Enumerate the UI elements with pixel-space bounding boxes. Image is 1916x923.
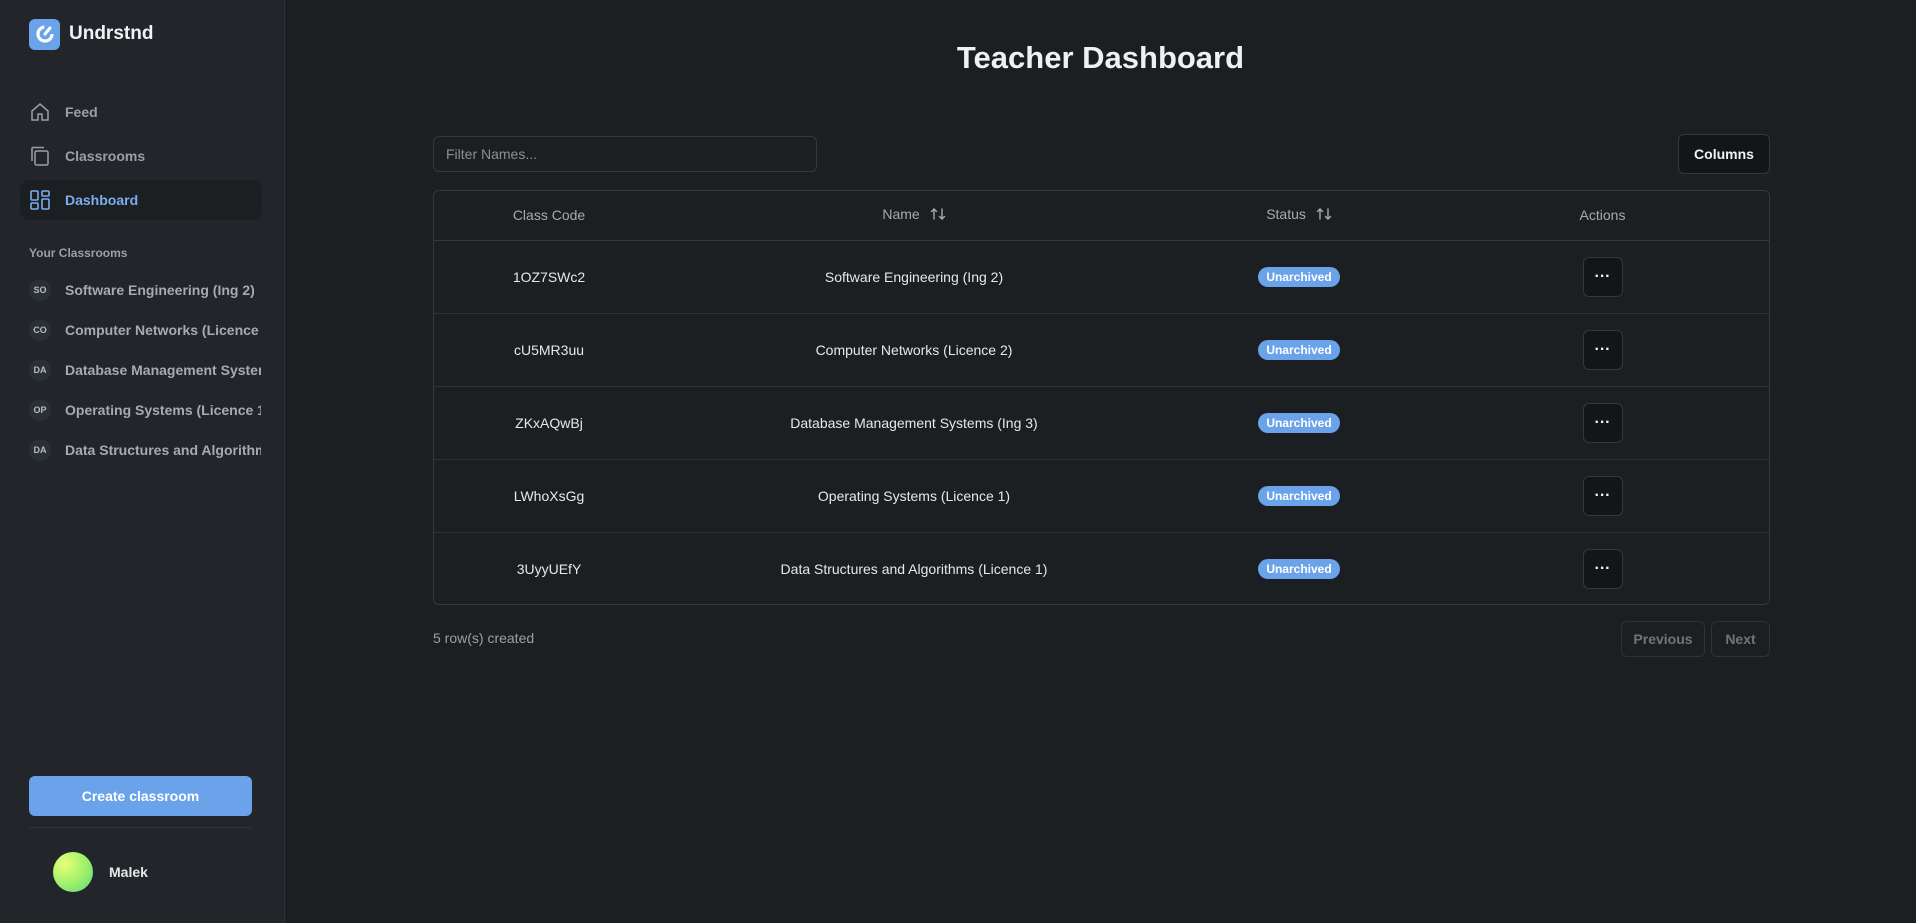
classroom-item[interactable]: DA Data Structures and Algorithms (Licen… xyxy=(29,430,284,470)
divider xyxy=(29,827,252,828)
rows-count: 5 row(s) created xyxy=(433,630,535,646)
row-actions-button[interactable]: ··· xyxy=(1582,402,1623,443)
classroom-badge: SO xyxy=(29,279,51,301)
classroom-list: SO Software Engineering (Ing 2) CO Compu… xyxy=(0,270,284,470)
row-actions-button[interactable]: ··· xyxy=(1582,475,1623,516)
cell-actions: ··· xyxy=(1434,240,1769,314)
dashboard-icon xyxy=(29,189,51,211)
cell-class-code: 3UyyUEfY xyxy=(516,560,582,577)
row-actions-button[interactable]: ··· xyxy=(1582,256,1623,297)
cell-name: Software Engineering (Ing 2) xyxy=(664,240,1164,314)
your-classrooms-heading: Your Classrooms xyxy=(29,246,128,260)
nav-item-dashboard[interactable]: Dashboard xyxy=(20,180,262,220)
next-button[interactable]: Next xyxy=(1711,621,1770,657)
classroom-item[interactable]: OP Operating Systems (Licence 1) xyxy=(29,390,284,430)
table-row: ZKxAQwBj Database Management Systems (In… xyxy=(434,386,1769,460)
classroom-name: Computer Networks (Licence 2) xyxy=(65,322,261,338)
classroom-name: Software Engineering (Ing 2) xyxy=(65,282,255,298)
brand[interactable]: Undrstnd xyxy=(0,18,284,50)
brand-name: Undrstnd xyxy=(69,23,154,44)
cell-actions: ··· xyxy=(1434,386,1769,460)
app: Undrstnd Feed Classrooms Dashboard Your … xyxy=(0,0,1916,923)
sidebar: Undrstnd Feed Classrooms Dashboard Your … xyxy=(0,0,285,923)
status-badge: Unarchived xyxy=(1258,485,1340,506)
header-class-code-label: Class Code xyxy=(512,207,586,224)
status-badge: Unarchived xyxy=(1258,339,1340,360)
cell-status: Unarchived xyxy=(1164,240,1434,314)
table-row: 1OZ7SWc2 Software Engineering (Ing 2) Un… xyxy=(434,240,1769,314)
nav-label-feed: Feed xyxy=(65,104,98,120)
home-icon xyxy=(29,101,51,123)
cell-actions: ··· xyxy=(1434,532,1769,604)
classroom-badge: DA xyxy=(29,439,51,461)
status-badge: Unarchived xyxy=(1258,558,1340,579)
columns-button[interactable]: Columns xyxy=(1678,134,1770,174)
classroom-name: Database Management Systems (Ing 3) xyxy=(65,362,261,378)
classroom-item[interactable]: CO Computer Networks (Licence 2) xyxy=(29,310,284,350)
classroom-badge: DA xyxy=(29,359,51,381)
cell-name: Computer Networks (Licence 2) xyxy=(664,313,1164,387)
cell-class-code: ZKxAQwBj xyxy=(434,386,664,460)
cell-name: Data Structures and Algorithms (Licence … xyxy=(780,560,1048,577)
cell-status: Unarchived xyxy=(1164,459,1434,533)
table-row: cU5MR3uu Computer Networks (Licence 2) U… xyxy=(434,313,1769,387)
create-classroom-button[interactable]: Create classroom xyxy=(29,776,252,816)
row-actions-button[interactable]: ··· xyxy=(1582,548,1623,589)
user-profile[interactable]: Malek xyxy=(53,852,148,892)
classroom-name: Data Structures and Algorithms (Licence … xyxy=(65,442,261,458)
classroom-badge: OP xyxy=(29,399,51,421)
cell-name: Operating Systems (Licence 1) xyxy=(664,459,1164,533)
header-status-label: Status xyxy=(1266,206,1306,223)
cell-actions: ··· xyxy=(1434,459,1769,533)
header-class-code: Class Code xyxy=(434,191,664,241)
main-content: Teacher Dashboard Columns Class Code Nam… xyxy=(285,0,1916,923)
nav-label-dashboard: Dashboard xyxy=(65,192,139,208)
header-actions-label: Actions xyxy=(1579,207,1626,224)
table-row: 3UyyUEfY Data Structures and Algorithms … xyxy=(434,532,1769,604)
header-name-label: Name xyxy=(882,206,920,223)
header-name[interactable]: Name xyxy=(664,191,1164,241)
classes-table: Class Code Name Status Actions 1OZ7SWc2 … xyxy=(433,190,1770,605)
sort-icon[interactable] xyxy=(1316,207,1332,224)
previous-button[interactable]: Previous xyxy=(1621,621,1705,657)
cell-class-code: 1OZ7SWc2 xyxy=(434,240,664,314)
logo-icon xyxy=(29,18,60,50)
cell-class-code: LWhoXsGg xyxy=(434,459,664,533)
cell-status: Unarchived xyxy=(1164,386,1434,460)
classrooms-icon xyxy=(29,145,51,167)
status-badge: Unarchived xyxy=(1258,266,1340,287)
header-status[interactable]: Status xyxy=(1164,191,1434,241)
user-name: Malek xyxy=(109,864,148,880)
cell-actions: ··· xyxy=(1434,313,1769,387)
nav-label-classrooms: Classrooms xyxy=(65,148,146,164)
cell-class-code: cU5MR3uu xyxy=(434,313,664,387)
cell-status: Unarchived xyxy=(1164,532,1434,604)
cell-status: Unarchived xyxy=(1164,313,1434,387)
page-title: Teacher Dashboard xyxy=(956,40,1245,75)
row-actions-button[interactable]: ··· xyxy=(1582,329,1623,370)
table-row: LWhoXsGg Operating Systems (Licence 1) U… xyxy=(434,459,1769,533)
cell-name: Database Management Systems (Ing 3) xyxy=(664,386,1164,460)
classroom-item[interactable]: DA Database Management Systems (Ing 3) xyxy=(29,350,284,390)
avatar xyxy=(53,852,93,892)
sort-icon[interactable] xyxy=(930,207,946,224)
filter-names-input[interactable] xyxy=(433,136,817,172)
status-badge: Unarchived xyxy=(1258,412,1340,433)
classroom-name: Operating Systems (Licence 1) xyxy=(65,402,261,418)
header-actions: Actions xyxy=(1434,191,1769,241)
nav-item-feed[interactable]: Feed xyxy=(20,92,262,132)
table-header-row: Class Code Name Status Actions xyxy=(434,191,1769,241)
main-nav: Feed Classrooms Dashboard xyxy=(0,92,284,220)
classroom-badge: CO xyxy=(29,319,51,341)
classroom-item[interactable]: SO Software Engineering (Ing 2) xyxy=(29,270,284,310)
nav-item-classrooms[interactable]: Classrooms xyxy=(20,136,262,176)
